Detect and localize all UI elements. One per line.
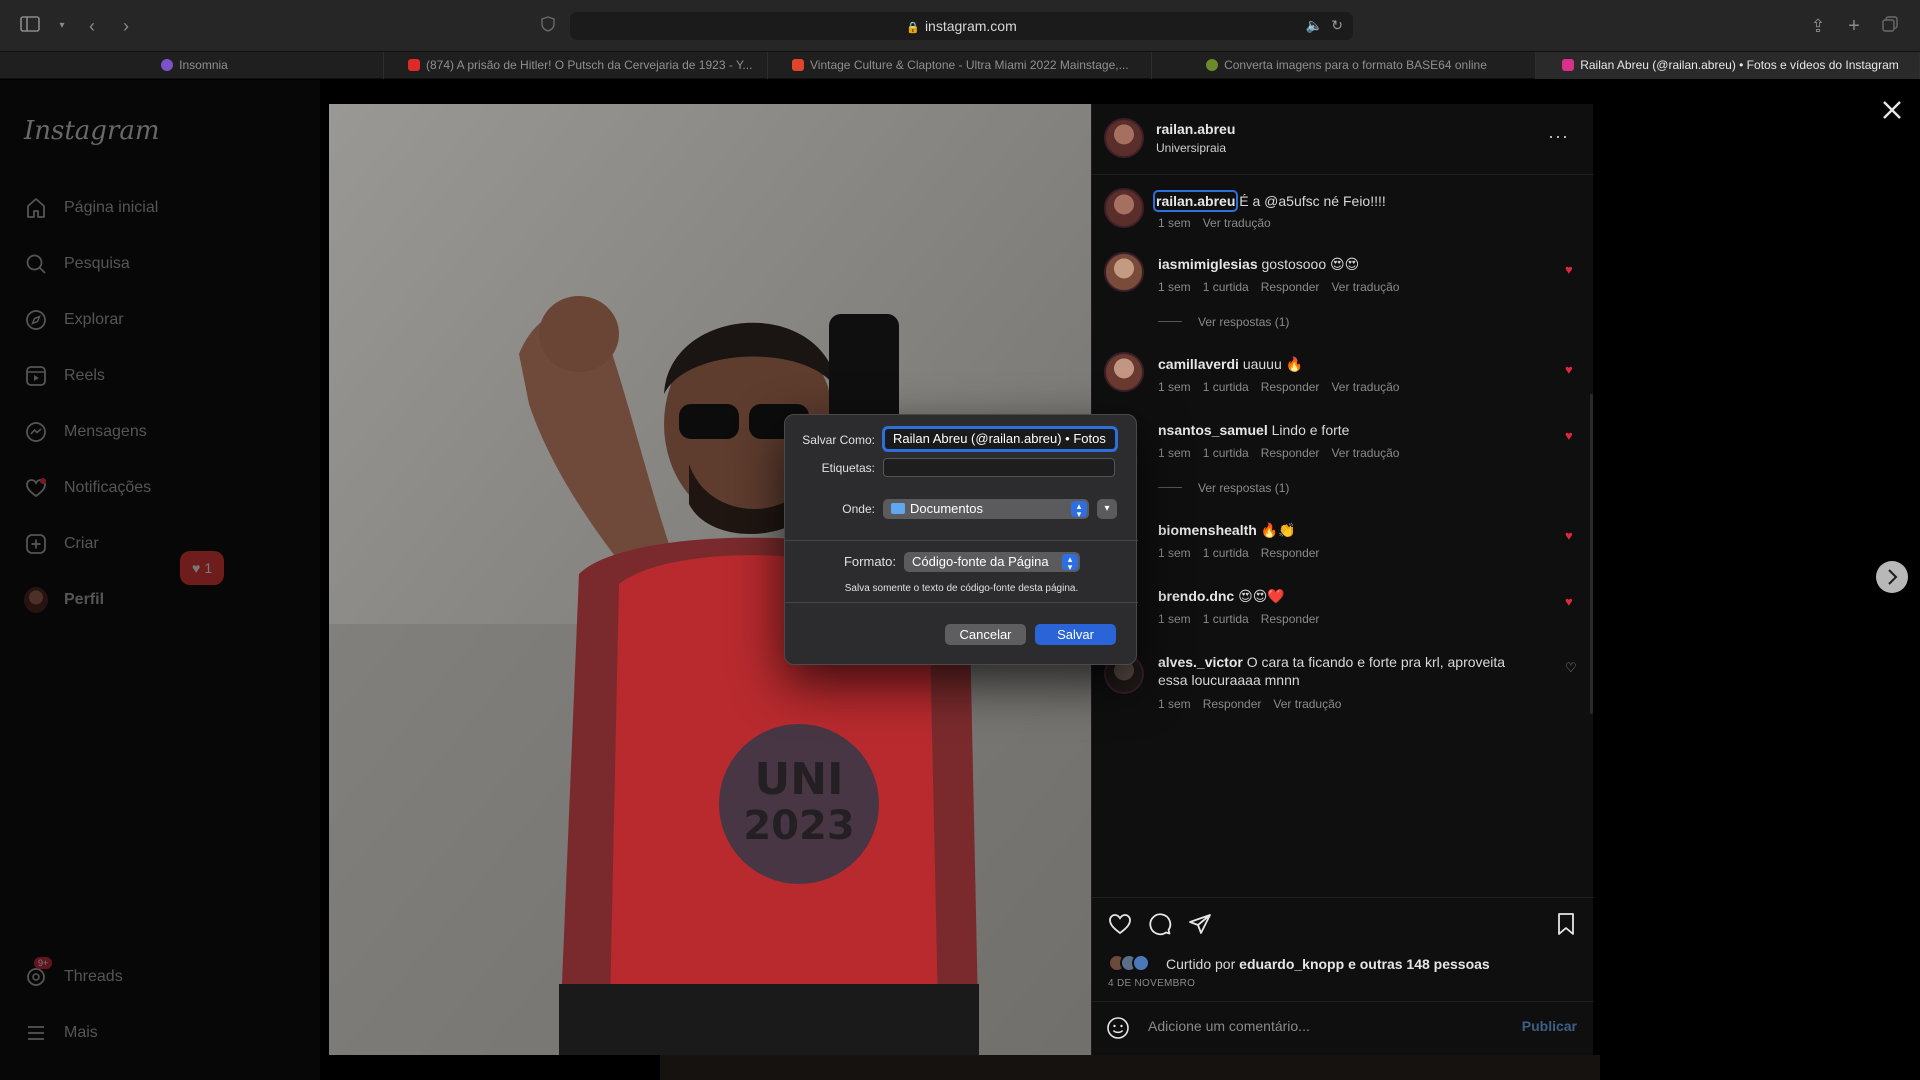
save-as-field[interactable]: Railan Abreu (@railan.abreu) • Fotos: [882, 426, 1118, 452]
url-text: 🔒 instagram.com: [906, 18, 1017, 34]
forward-icon[interactable]: ›: [114, 14, 138, 38]
post-location[interactable]: Universipraia: [1156, 141, 1226, 155]
save-button[interactable]: Salvar: [1035, 624, 1116, 645]
tab-favicon: [1206, 59, 1219, 71]
chevron-updown-icon: ▴ ▾: [1062, 554, 1078, 572]
comment: camillaverdi uauuu 🔥: [1158, 356, 1304, 372]
author-username[interactable]: railan.abreu: [1156, 121, 1235, 137]
youtube-icon: [408, 59, 420, 71]
publish-button[interactable]: Publicar: [1522, 1018, 1577, 1034]
tags-label: Etiquetas:: [821, 461, 875, 475]
comment-meta: 1 sem 1 curtida Responder Ver tradução: [1158, 380, 1400, 394]
liked-by: Curtido por eduardo_knopp e outras 148 p…: [1166, 956, 1490, 972]
svg-text:2023: 2023: [743, 803, 854, 849]
caption-avatar[interactable]: [1104, 188, 1144, 228]
youtube-icon: [792, 59, 804, 71]
comment-meta: 1 sem 1 curtida Responder Ver tradução: [1158, 446, 1400, 460]
caption: railan.abreu É a @a5ufsc né Feio!!!!: [1152, 190, 1386, 212]
heart-outline-icon[interactable]: ♡: [1565, 661, 1577, 674]
comment-meta: 1 sem 1 curtida Responder: [1158, 546, 1320, 560]
comment: brendo.dnc 😍😍❤️: [1158, 588, 1285, 604]
comment: nsantos_samuel Lindo e forte: [1158, 422, 1350, 438]
post-date: 4 DE NOVEMBRO: [1108, 978, 1196, 989]
liked-heart-icon[interactable]: ♥: [1565, 263, 1577, 276]
tab-strip: Insomnia (874) A prisão de Hitler! O Put…: [0, 52, 1920, 79]
liked-heart-icon[interactable]: ♥: [1565, 595, 1577, 608]
liked-heart-icon[interactable]: ♥: [1565, 429, 1577, 442]
next-post-button[interactable]: [1876, 561, 1908, 593]
comment-meta: 1 sem 1 curtida Responder: [1158, 612, 1320, 626]
comment-meta: 1 sem Responder Ver tradução: [1158, 697, 1342, 711]
cancel-button[interactable]: Cancelar: [945, 624, 1026, 645]
expand-dialog-button[interactable]: ▾: [1097, 499, 1117, 519]
divider: [785, 540, 1138, 541]
comment: biomenshealth 🔥👏: [1158, 522, 1296, 538]
caption-username[interactable]: railan.abreu: [1152, 190, 1239, 212]
where-label: Onde:: [842, 502, 875, 516]
comment-icon[interactable]: [1148, 912, 1172, 936]
like-heart-icon[interactable]: [1108, 912, 1132, 936]
folder-icon: [891, 503, 905, 514]
comment-meta: 1 sem 1 curtida Responder Ver tradução: [1158, 280, 1400, 294]
divider: [1092, 174, 1594, 175]
format-description: Salva somente o texto de código-fonte de…: [844, 583, 1079, 594]
svg-text:UNI: UNI: [755, 754, 844, 805]
bookmark-icon[interactable]: [1554, 912, 1578, 936]
back-icon[interactable]: ‹: [80, 14, 104, 38]
where-select[interactable]: Documentos ▴ ▾: [883, 499, 1089, 519]
view-replies[interactable]: Ver respostas (1): [1158, 481, 1289, 495]
view-replies[interactable]: Ver respostas (1): [1158, 315, 1289, 329]
speaker-icon[interactable]: 🔈: [1306, 17, 1323, 34]
instagram-icon: [1562, 59, 1575, 71]
chevron-right-icon: [1888, 569, 1898, 585]
tab-insomnia[interactable]: Insomnia: [0, 52, 384, 79]
liked-heart-icon[interactable]: ♥: [1565, 529, 1577, 542]
tab-youtube[interactable]: (874) A prisão de Hitler! O Putsch da Ce…: [384, 52, 768, 79]
address-bar[interactable]: 🔒 instagram.com 🔈 ↻: [570, 12, 1353, 40]
format-label: Formato:: [843, 554, 896, 569]
tab-instagram[interactable]: Railan Abreu (@railan.abreu) • Fotos e v…: [1536, 52, 1920, 79]
tab-overview-icon[interactable]: [1878, 14, 1902, 38]
new-tab-icon[interactable]: +: [1842, 14, 1866, 38]
reload-icon[interactable]: ↻: [1331, 17, 1343, 34]
liked-heart-icon[interactable]: ♥: [1565, 363, 1577, 376]
comment-input[interactable]: Adicione um comentário...: [1148, 1018, 1488, 1040]
shield-icon[interactable]: [536, 14, 560, 38]
comment-avatar[interactable]: [1104, 352, 1144, 392]
caption-meta: 1 sem Ver tradução: [1158, 216, 1271, 230]
tags-field[interactable]: [883, 458, 1115, 477]
comment: alves._victor O cara ta ficando e forte …: [1158, 654, 1506, 688]
divider: [1092, 1001, 1594, 1002]
chevron-updown-icon: ▴ ▾: [1071, 501, 1087, 519]
post-actions: [1092, 897, 1594, 947]
author-avatar[interactable]: [1104, 118, 1144, 158]
background-grid-strip: [660, 1055, 1600, 1080]
format-select[interactable]: Código-fonte da Página ▴ ▾: [904, 552, 1080, 572]
tab-base64[interactable]: Converta imagens para o formato BASE64 o…: [1152, 52, 1536, 79]
chevron-down-icon[interactable]: ▾: [50, 14, 74, 38]
share-icon[interactable]: ⇪: [1806, 14, 1830, 38]
comment: iasmimiglesias gostosooo 😍😍: [1158, 256, 1360, 272]
caption-text: É a @a5ufsc né Feio!!!!: [1239, 193, 1386, 209]
liker-avatars[interactable]: [1108, 954, 1158, 974]
translate-link[interactable]: Ver tradução: [1203, 216, 1271, 230]
save-dialog: Salvar Como: Railan Abreu (@railan.abreu…: [784, 414, 1138, 665]
close-icon[interactable]: [1878, 96, 1906, 124]
divider: [785, 602, 1138, 603]
emoji-icon[interactable]: [1106, 1016, 1130, 1045]
tab-youtube-music[interactable]: Vintage Culture & Claptone - Ultra Miami…: [768, 52, 1152, 79]
chevron-down-icon: ▾: [1104, 503, 1110, 514]
save-as-label: Salvar Como:: [802, 433, 875, 447]
sidebar-toggle-icon[interactable]: [18, 14, 42, 38]
more-options-icon[interactable]: ···: [1548, 126, 1569, 147]
browser-toolbar: ▾ ‹ › 🔒 instagram.com 🔈 ↻ ⇪ +: [0, 0, 1920, 52]
comments-scrollbar[interactable]: [1590, 394, 1593, 714]
tab-favicon: [161, 59, 174, 71]
comment-avatar[interactable]: [1104, 252, 1144, 292]
post-panel: railan.abreu Universipraia ··· railan.ab…: [1091, 104, 1594, 1055]
share-icon[interactable]: [1188, 912, 1212, 936]
lock-icon: 🔒: [906, 22, 920, 34]
